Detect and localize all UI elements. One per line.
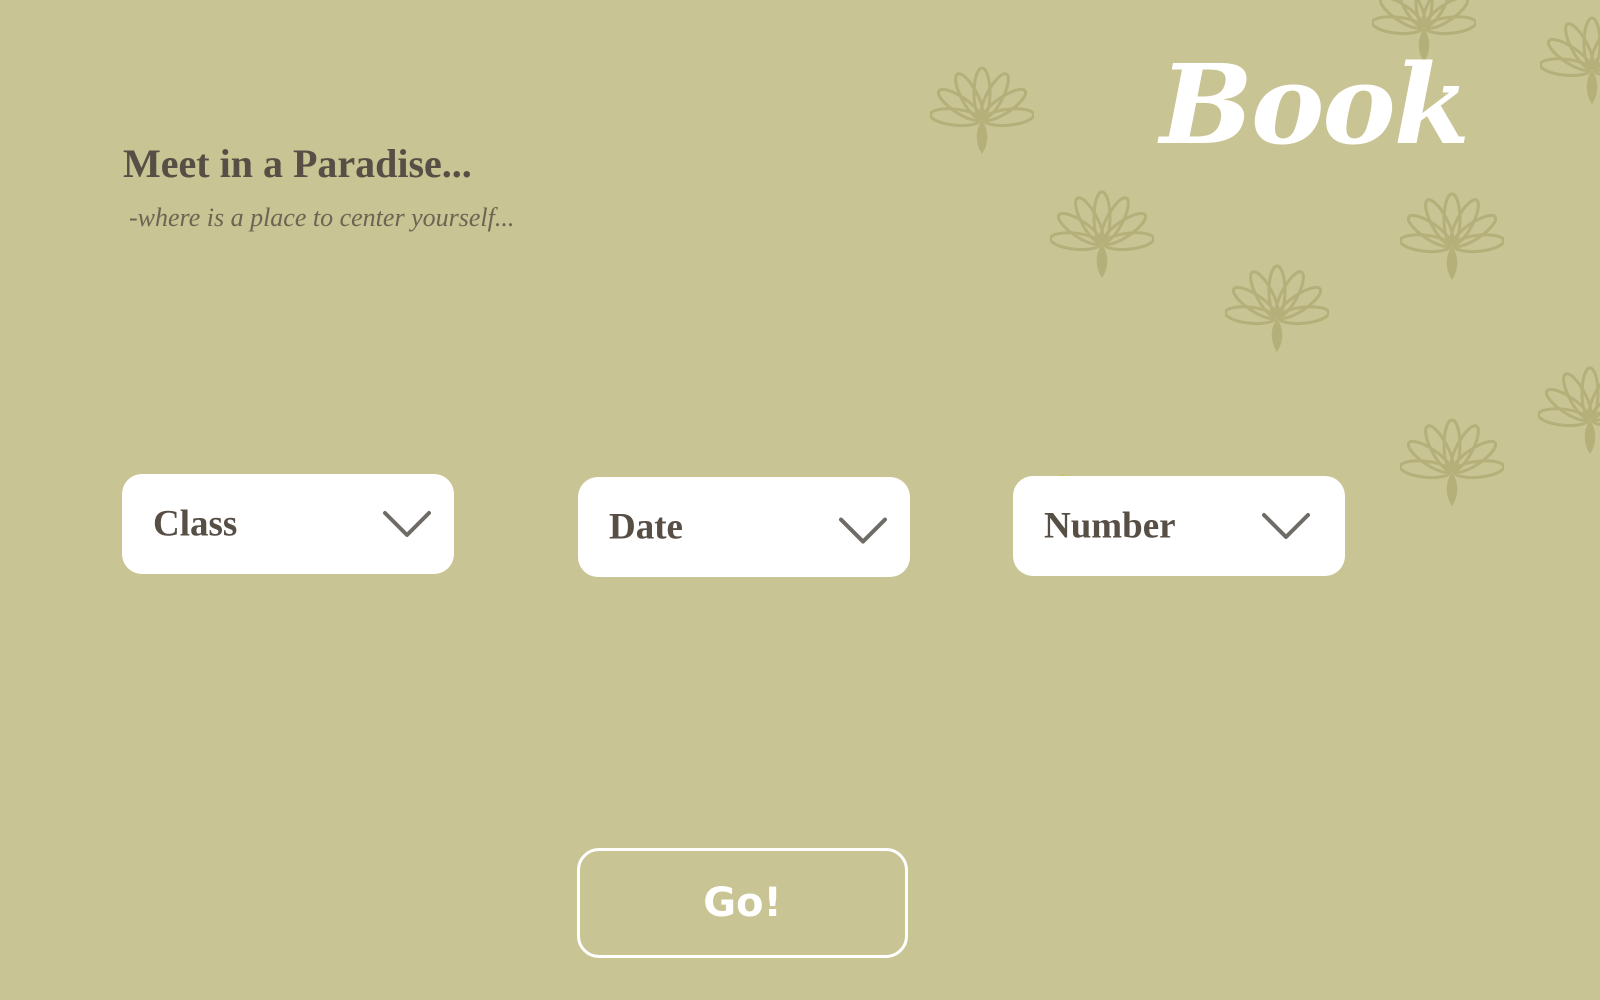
lotus-flower-icon [1225, 246, 1329, 354]
chevron-down-icon [838, 516, 888, 546]
number-select[interactable]: Number [1013, 476, 1345, 576]
lotus-flower-icon [1540, 0, 1600, 106]
lotus-flower-icon [1050, 172, 1154, 280]
chevron-down-icon [1261, 511, 1311, 541]
lotus-flower-icon [1400, 400, 1504, 508]
go-button[interactable]: Go! [577, 848, 908, 958]
lotus-flower-icon [1538, 348, 1600, 456]
number-select-value: Number [1044, 505, 1176, 547]
date-select[interactable]: Date [578, 477, 910, 577]
lotus-flower-icon [930, 48, 1034, 156]
date-select-value: Date [609, 506, 683, 548]
chevron-down-icon [382, 509, 432, 539]
lotus-flower-icon [1400, 174, 1504, 282]
book-title: Book [1160, 40, 1470, 169]
page-tagline: -where is a place to center yourself... [129, 203, 515, 232]
class-select-value: Class [153, 503, 238, 545]
page-heading: Meet in a Paradise... [123, 141, 472, 186]
class-select[interactable]: Class [122, 474, 454, 574]
